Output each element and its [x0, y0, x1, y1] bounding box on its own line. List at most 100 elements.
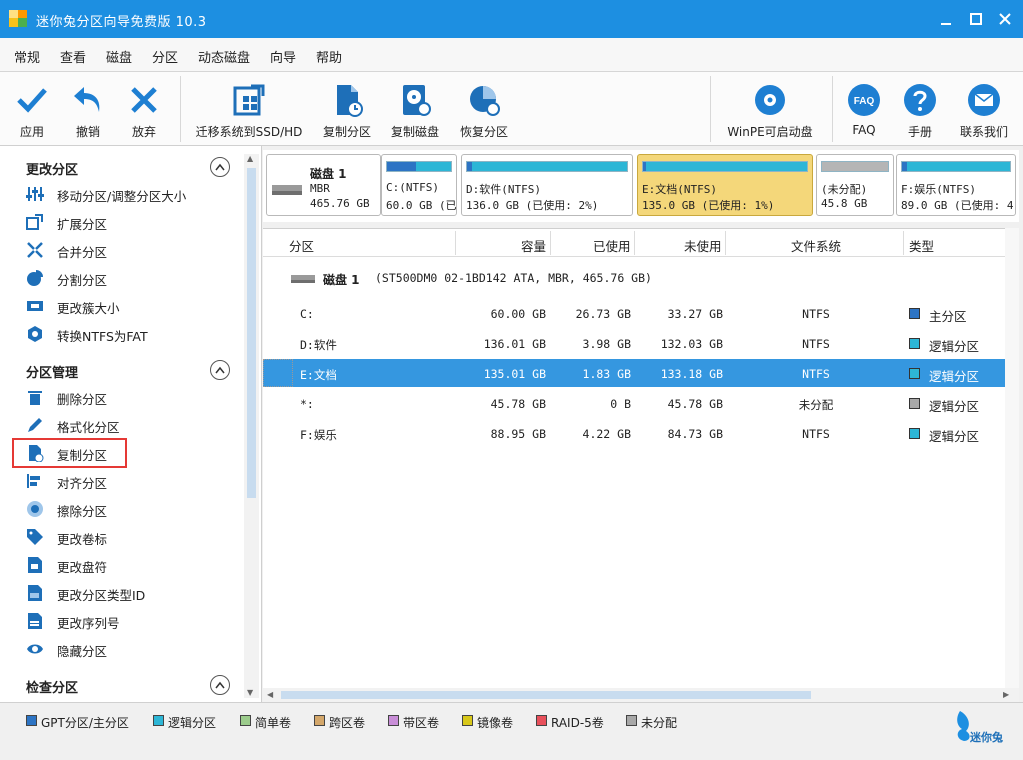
- copy-partition-icon: [337, 85, 363, 117]
- cell-capacity: 136.01 GB: [483, 337, 546, 351]
- scroll-right-arrow-icon[interactable]: ▶: [1003, 690, 1009, 699]
- close-button[interactable]: [993, 8, 1017, 30]
- cell-type: 逻辑分区: [929, 369, 980, 384]
- op-align-partition[interactable]: 对齐分区: [24, 469, 234, 493]
- convert-icon: [28, 326, 42, 342]
- partition-card[interactable]: E:文档(NTFS) 135.0 GB (已使用: 1%): [637, 154, 813, 216]
- op-change-cluster-size[interactable]: 更改簇大小: [24, 294, 234, 318]
- column-divider[interactable]: [634, 231, 635, 255]
- op-convert-ntfs-fat[interactable]: 转换NTFS为FAT: [24, 322, 234, 346]
- partition-card-size: 89.0 GB (已使用: 4: [901, 199, 1014, 212]
- op-change-drive-letter[interactable]: 更改盘符: [24, 553, 234, 577]
- table-row[interactable]: D:软件 136.01 GB 3.98 GB 132.03 GB NTFS 逻辑分区: [263, 329, 1019, 357]
- scroll-left-arrow-icon[interactable]: ◀: [267, 690, 273, 699]
- partition-card[interactable]: F:娱乐(NTFS) 89.0 GB (已使用: 4: [896, 154, 1016, 216]
- apply-button[interactable]: 应用: [6, 72, 58, 146]
- legend-color-swatch: [626, 715, 637, 726]
- column-divider[interactable]: [725, 231, 726, 255]
- cell-type: 逻辑分区: [929, 399, 980, 414]
- recover-partition-button[interactable]: 恢复分区: [452, 72, 516, 146]
- manual-button[interactable]: 手册: [896, 72, 944, 146]
- column-divider[interactable]: [550, 231, 551, 255]
- partition-card[interactable]: D:软件(NTFS) 136.0 GB (已使用: 2%): [461, 154, 633, 216]
- col-used[interactable]: 已使用: [593, 236, 631, 255]
- copy-disk-button[interactable]: 复制磁盘: [384, 72, 446, 146]
- partition-card-name: D:软件(NTFS): [466, 183, 541, 196]
- op-format-partition[interactable]: 格式化分区: [24, 413, 234, 437]
- op-hide-partition[interactable]: 隐藏分区: [24, 637, 234, 661]
- faq-button[interactable]: FAQ FAQ: [840, 72, 888, 146]
- table-vertical-scrollbar[interactable]: [1005, 228, 1019, 688]
- col-filesystem[interactable]: 文件系统: [791, 236, 841, 255]
- table-row[interactable]: F:娱乐 88.95 GB 4.22 GB 84.73 GB NTFS 逻辑分区: [263, 419, 1019, 447]
- discard-button[interactable]: 放弃: [118, 72, 170, 146]
- trash-icon: [28, 391, 42, 405]
- op-change-type-id[interactable]: 更改分区类型ID: [24, 581, 234, 605]
- cell-filesystem: NTFS: [802, 427, 830, 441]
- partition-card[interactable]: (未分配) 45.8 GB: [816, 154, 894, 216]
- legend-color-swatch: [388, 715, 399, 726]
- menu-view[interactable]: 查看: [60, 47, 86, 66]
- undo-button[interactable]: 撤销: [62, 72, 114, 146]
- usage-bar: [386, 161, 452, 172]
- copy-partition-toolbar-button[interactable]: 复制分区: [316, 72, 378, 146]
- left-panel-scrollbar[interactable]: ▲ ▼: [244, 154, 259, 698]
- op-change-serial-number[interactable]: 更改序列号: [24, 609, 234, 633]
- cell-filesystem: NTFS: [802, 367, 830, 381]
- menu-partition[interactable]: 分区: [152, 47, 178, 66]
- type-color-swatch: [909, 308, 920, 319]
- disk-row[interactable]: 磁盘 1 (ST500DM0 02-1BD142 ATA, MBR, 465.7…: [263, 265, 1019, 289]
- collapse-partition-management-button[interactable]: [210, 360, 230, 380]
- col-capacity[interactable]: 容量: [521, 236, 546, 255]
- op-move-resize[interactable]: 移动分区/调整分区大小: [24, 182, 234, 206]
- col-partition[interactable]: 分区: [289, 236, 314, 255]
- menu-general[interactable]: 常规: [14, 47, 40, 66]
- cell-used: 26.73 GB: [575, 307, 631, 321]
- menu-help[interactable]: 帮助: [316, 47, 342, 66]
- migrate-os-button[interactable]: 迁移系统到SSD/HD: [192, 72, 306, 146]
- discard-x-icon: [131, 87, 157, 113]
- menu-dynamic-disk[interactable]: 动态磁盘: [198, 47, 250, 66]
- menu-wizard[interactable]: 向导: [270, 47, 296, 66]
- minimize-button[interactable]: [934, 8, 958, 30]
- legend-color-swatch: [462, 715, 473, 726]
- collapse-change-partition-button[interactable]: [210, 157, 230, 177]
- table-row[interactable]: C: 60.00 GB 26.73 GB 33.27 GB NTFS 主分区: [263, 299, 1019, 327]
- column-divider[interactable]: [455, 231, 456, 255]
- legend-label: 带区卷: [403, 716, 440, 730]
- scroll-thumb[interactable]: [247, 168, 256, 498]
- partition-card-size: 135.0 GB (已使用: 1%): [642, 199, 775, 212]
- op-split-partition[interactable]: 分割分区: [24, 266, 234, 290]
- op-wipe-partition[interactable]: 擦除分区: [24, 497, 234, 521]
- collapse-check-partition-button[interactable]: [210, 675, 230, 695]
- op-change-label[interactable]: 更改卷标: [24, 525, 234, 549]
- op-extend-partition[interactable]: 扩展分区: [24, 210, 234, 234]
- contact-us-button[interactable]: 联系我们: [952, 72, 1016, 146]
- toolbar: 应用 撤销 放弃 迁移系统到SSD/HD 复制分区 复制磁盘 恢复分区 WinP…: [0, 72, 1023, 146]
- table-row[interactable]: E:文档 135.01 GB 1.83 GB 133.18 GB NTFS 逻辑分区: [263, 359, 1019, 387]
- table-horizontal-scrollbar[interactable]: ◀ ▶: [263, 688, 1019, 702]
- column-divider[interactable]: [903, 231, 904, 255]
- op-delete-partition[interactable]: 删除分区: [24, 385, 234, 409]
- scroll-down-arrow-icon[interactable]: ▼: [247, 688, 253, 697]
- usage-bar-fill: [387, 162, 416, 171]
- partition-card[interactable]: C:(NTFS) 60.0 GB (已使用: 4: [381, 154, 457, 216]
- cell-capacity: 88.95 GB: [490, 427, 546, 441]
- scroll-thumb[interactable]: [281, 691, 811, 699]
- mail-icon: [968, 84, 1000, 116]
- col-unused[interactable]: 未使用: [684, 236, 722, 255]
- maximize-button[interactable]: [964, 8, 988, 30]
- op-merge-partition[interactable]: 合并分区: [24, 238, 234, 262]
- menu-disk[interactable]: 磁盘: [106, 47, 132, 66]
- recover-partition-icon: [470, 86, 500, 116]
- legend-label: 未分配: [641, 716, 678, 730]
- table-row[interactable]: *: 45.78 GB 0 B 45.78 GB 未分配 逻辑分区: [263, 389, 1019, 417]
- cell-partition-name: D:软件: [300, 338, 337, 352]
- label-tag-icon: [27, 529, 43, 545]
- scroll-up-arrow-icon[interactable]: ▲: [247, 154, 253, 163]
- faq-icon: FAQ: [848, 84, 880, 116]
- winpe-bootable-button[interactable]: WinPE可启动盘: [722, 72, 818, 146]
- col-type[interactable]: 类型: [909, 236, 934, 255]
- wipe-disc-icon: [27, 501, 43, 517]
- disk-1-card[interactable]: 磁盘 1 MBR 465.76 GB: [266, 154, 381, 216]
